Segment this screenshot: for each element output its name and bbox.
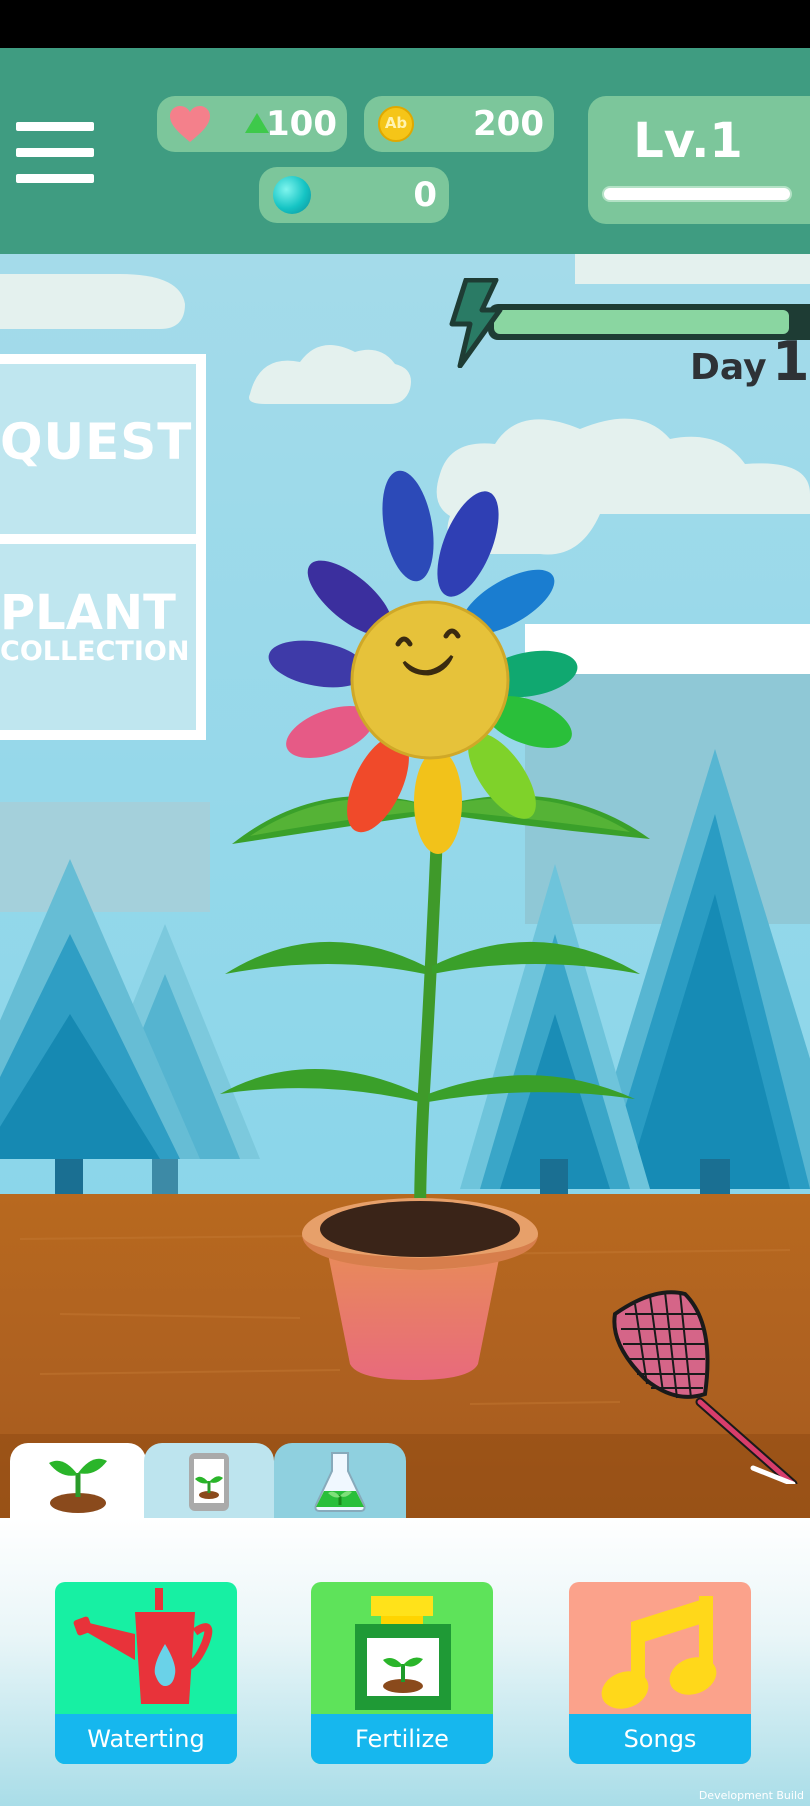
- gem-icon: [273, 176, 311, 214]
- action-panel: Waterting Fertilize Songs Development Bu…: [0, 1518, 810, 1806]
- coin-counter[interactable]: Ab 200: [364, 96, 554, 152]
- level-panel[interactable]: Lv.1: [588, 96, 810, 224]
- watering-can-icon: [73, 1588, 213, 1704]
- build-watermark: Development Build: [698, 1789, 804, 1802]
- tab-lab[interactable]: [274, 1443, 406, 1519]
- game-scene: QUEST PLANT COLLECTION Day 1: [0, 254, 810, 1518]
- heart-icon: [170, 106, 210, 142]
- tab-plant[interactable]: [10, 1443, 146, 1519]
- flask-icon: [314, 1452, 366, 1512]
- music-note-icon: [601, 1596, 717, 1709]
- gem-counter[interactable]: 0: [259, 167, 449, 223]
- fertilize-button[interactable]: Fertilize: [311, 1582, 493, 1764]
- tab-device[interactable]: [144, 1443, 274, 1519]
- watering-button[interactable]: Waterting: [55, 1582, 237, 1764]
- coin-icon: Ab: [378, 106, 414, 142]
- top-hud: 100 Ab 200 0 Lv.1: [0, 48, 810, 254]
- fertilizer-bottle-icon: [355, 1596, 451, 1710]
- watering-label: Waterting: [55, 1714, 237, 1764]
- coin-symbol: Ab: [384, 114, 408, 132]
- level-progress-bar: [602, 186, 792, 202]
- fertilize-label: Fertilize: [311, 1714, 493, 1764]
- health-counter[interactable]: 100: [157, 96, 347, 152]
- status-bar: [0, 0, 810, 48]
- health-value: 100: [266, 104, 337, 144]
- gem-value: 0: [413, 175, 437, 215]
- sprout-icon: [49, 1458, 107, 1513]
- menu-icon[interactable]: [16, 122, 94, 184]
- fly-swatter[interactable]: [605, 1284, 805, 1484]
- songs-button[interactable]: Songs: [569, 1582, 751, 1764]
- level-label: Lv.1: [633, 113, 743, 169]
- songs-label: Songs: [569, 1714, 751, 1764]
- coin-value: 200: [473, 104, 544, 144]
- phone-plant-icon: [189, 1453, 229, 1511]
